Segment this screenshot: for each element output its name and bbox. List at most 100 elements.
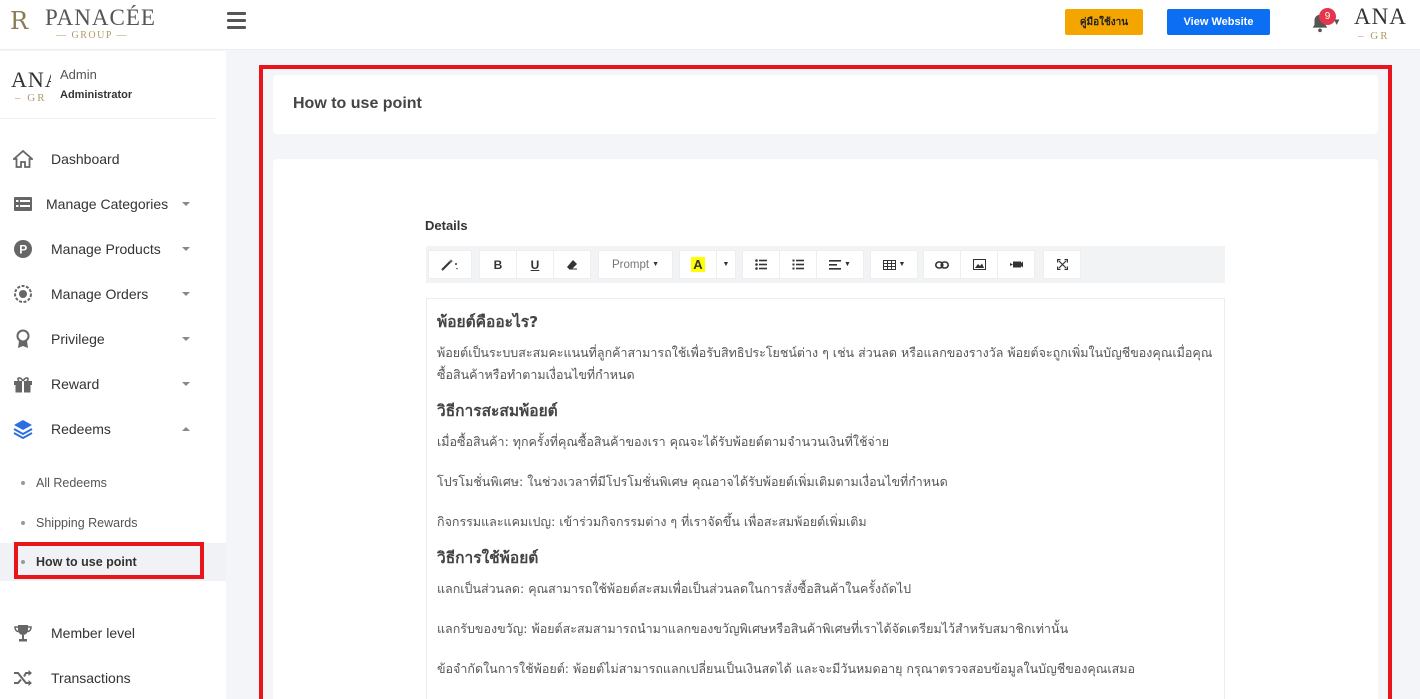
chevron-down-icon[interactable]: ▼ [1334, 18, 1339, 26]
editor-paragraph: เมื่อซื้อสินค้า: ทุกครั้งที่คุณซื้อสินค้… [437, 434, 890, 449]
product-icon: P [12, 238, 34, 260]
fullscreen-icon [1056, 259, 1068, 270]
sidebar-item-privilege[interactable]: Privilege [0, 319, 216, 359]
chevron-down-icon [182, 292, 190, 296]
gift-icon [12, 373, 34, 395]
sidebar-profile: ANA – GR Admin Administrator [0, 51, 216, 119]
insert-image-button[interactable] [960, 250, 998, 279]
sidebar-item-dashboard[interactable]: Dashboard [0, 139, 216, 179]
svg-text:P: P [19, 243, 27, 257]
sidebar-subitem-how-to-use-point[interactable]: How to use point [0, 543, 226, 581]
eraser-icon [567, 259, 577, 269]
avatar: ANA – GR [11, 68, 51, 108]
top-bar: R PANACÉE — GROUP — คู่มือใช้งาน View We… [0, 0, 1420, 50]
sidebar-item-label: Manage Categories [46, 196, 169, 212]
unordered-list-button[interactable] [742, 250, 780, 279]
profile-role-sub: Administrator [60, 89, 133, 101]
numbered-list-icon [792, 259, 804, 270]
clear-format-button[interactable] [553, 250, 591, 279]
editor-paragraph: โปรโมชั่นพิเศษ: ในช่วงเวลาที่มีโปรโมชั่น… [437, 474, 948, 489]
sidebar-subitem-shipping-rewards[interactable]: Shipping Rewards [0, 504, 216, 542]
sidebar: ANA – GR Admin Administrator Dashboard M… [0, 51, 226, 699]
chevron-up-icon [182, 427, 190, 431]
sidebar-item-label: Member level [51, 625, 136, 641]
view-website-button[interactable]: View Website [1167, 9, 1270, 35]
editor-toolbar: B U Prompt ▼ A ▼ ▼ ▼ [426, 246, 1225, 283]
chevron-down-icon: ▼ [722, 261, 730, 268]
link-icon [935, 260, 949, 269]
avatar-subtext: – GR [15, 92, 47, 104]
ordered-list-button[interactable] [779, 250, 817, 279]
insert-video-button[interactable] [997, 250, 1035, 279]
sidebar-item-label: Redeems [51, 421, 111, 437]
avatar-text: ANA [11, 68, 51, 92]
font-color-button[interactable]: A [679, 250, 717, 279]
sidebar-subitem-label: All Redeems [36, 476, 107, 490]
font-family-label: Prompt [611, 258, 650, 271]
logo-sub: — GROUP — [55, 30, 129, 41]
bullet-list-icon [755, 259, 767, 270]
sidebar-item-member-level[interactable]: Member level [0, 613, 216, 653]
profile-role: Admin [60, 67, 97, 82]
sidebar-item-manage-products[interactable]: P Manage Products [0, 229, 216, 269]
sidebar-item-manage-orders[interactable]: Manage Orders [0, 274, 216, 314]
trophy-icon [12, 622, 34, 644]
shuffle-icon [12, 667, 34, 689]
editor-heading: วิธีการสะสมพ้อยต์ [437, 402, 558, 420]
table-icon [882, 259, 896, 270]
chevron-down-icon [182, 247, 190, 251]
sidebar-subitem-label: How to use point [36, 555, 137, 569]
magic-wand-button[interactable] [428, 250, 472, 279]
sidebar-item-label: Privilege [51, 331, 105, 347]
sidebar-item-label: Manage Orders [51, 286, 149, 302]
sidebar-item-manage-categories[interactable]: Manage Categories [0, 184, 216, 224]
editor-paragraph: พ้อยต์เป็นระบบสะสมคะแนนที่ลูกค้าสามารถใช… [437, 345, 1213, 382]
sidebar-item-label: Dashboard [51, 151, 120, 167]
logo-brand: PANACÉE [45, 5, 156, 30]
sidebar-item-redeems[interactable]: Redeems [0, 409, 216, 449]
chevron-down-icon: ▼ [844, 261, 851, 268]
font-color-icon: A [691, 257, 705, 272]
list-icon [12, 193, 34, 215]
page-title: How to use point [293, 95, 422, 112]
chevron-down-icon: ▼ [652, 261, 659, 268]
sidebar-subitem-all-redeems[interactable]: All Redeems [0, 464, 216, 502]
magic-wand-icon [441, 258, 458, 271]
avatar-subtext: – GR [1358, 30, 1390, 42]
menu-toggle-icon[interactable] [227, 12, 246, 29]
logo-monogram: R [10, 7, 29, 35]
editor-paragraph: แลกเป็นส่วนลด: คุณสามารถใช้พ้อยต์สะสมเพื… [437, 581, 912, 596]
panacee-logo[interactable]: R PANACÉE — GROUP — [10, 4, 155, 44]
sidebar-item-label: Transactions [51, 670, 131, 686]
image-icon [972, 259, 986, 270]
insert-link-button[interactable] [923, 250, 961, 279]
underline-icon: U [530, 257, 540, 272]
chevron-down-icon [182, 382, 190, 386]
sidebar-item-label: Manage Products [51, 241, 161, 257]
manual-button[interactable]: คู่มือใช้งาน [1065, 9, 1143, 35]
font-color-dropdown[interactable]: ▼ [716, 250, 736, 279]
fullscreen-button[interactable] [1043, 250, 1081, 279]
sidebar-item-reward[interactable]: Reward [0, 364, 216, 404]
home-icon [12, 148, 34, 170]
editor-heading: พ้อยต์คืออะไร? [437, 313, 539, 331]
bold-button[interactable]: B [479, 250, 517, 279]
award-icon [12, 328, 34, 350]
orders-icon [12, 283, 34, 305]
font-family-dropdown[interactable]: Prompt ▼ [598, 250, 673, 279]
bullet-icon [21, 481, 25, 485]
table-dropdown[interactable]: ▼ [870, 250, 918, 279]
sidebar-item-label: Reward [51, 376, 100, 392]
bold-icon: B [493, 257, 503, 272]
editor-heading: วิธีการใช้พ้อยต์ [437, 549, 539, 567]
sidebar-item-transactions[interactable]: Transactions [0, 658, 216, 698]
rich-text-editor[interactable]: พ้อยต์คืออะไร? พ้อยต์เป็นระบบสะสมคะแนนที… [426, 298, 1225, 699]
paragraph-align-dropdown[interactable]: ▼ [816, 250, 864, 279]
chevron-down-icon: ▼ [898, 261, 906, 268]
editor-paragraph: แลกรับของขวัญ: พ้อยต์สะสมสามารถนำมาแลกขอ… [437, 621, 1069, 636]
user-avatar[interactable]: ANA – GR [1354, 4, 1420, 44]
align-left-icon [829, 259, 842, 270]
underline-button[interactable]: U [516, 250, 554, 279]
sidebar-subitem-label: Shipping Rewards [36, 516, 138, 530]
avatar-text: ANA [1354, 4, 1407, 29]
